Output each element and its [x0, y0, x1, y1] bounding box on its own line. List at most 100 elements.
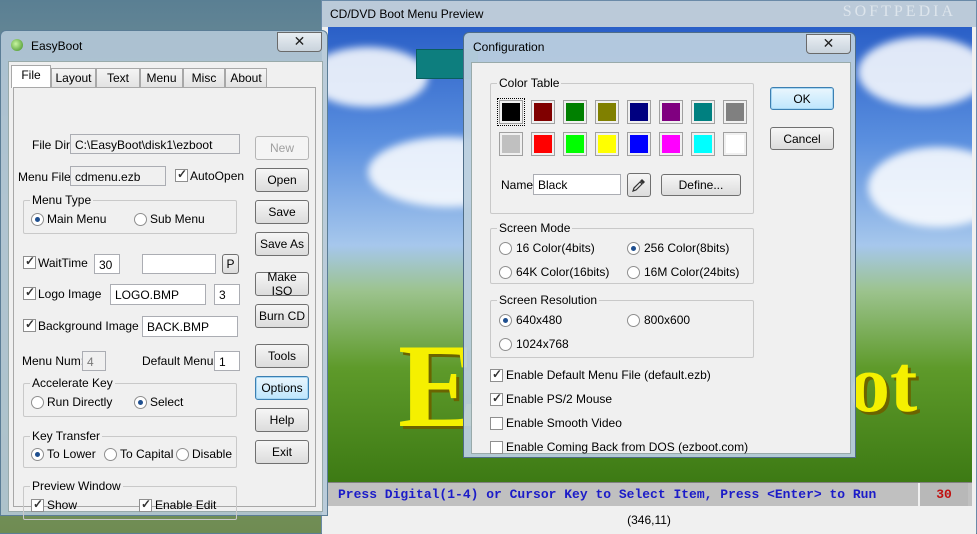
- new-button[interactable]: New: [255, 136, 309, 160]
- ok-button[interactable]: OK: [770, 87, 834, 110]
- color-swatch[interactable]: [723, 100, 747, 124]
- color-swatch[interactable]: [627, 100, 651, 124]
- to-capital-radio[interactable]: [104, 448, 117, 461]
- 1024x768-label: 1024x768: [516, 337, 569, 351]
- color-swatch[interactable]: [497, 98, 525, 126]
- smooth-video-checkbox[interactable]: [490, 417, 503, 430]
- 16m-color-radio[interactable]: [627, 266, 640, 279]
- tools-button[interactable]: Tools: [255, 344, 309, 368]
- tab-file[interactable]: File: [11, 65, 51, 88]
- easyboot-title: EasyBoot: [31, 39, 83, 53]
- easyboot-titlebar[interactable]: EasyBoot ✕: [1, 31, 327, 59]
- run-directly-radio[interactable]: [31, 396, 44, 409]
- 640x480-radio[interactable]: [499, 314, 512, 327]
- color-swatch[interactable]: [595, 132, 619, 156]
- show-checkbox[interactable]: [31, 497, 44, 512]
- 1024x768-radio[interactable]: [499, 338, 512, 351]
- burn-cd-button[interactable]: Burn CD: [255, 304, 309, 328]
- p-button[interactable]: P: [222, 254, 239, 274]
- color-name-label: Name:: [501, 178, 537, 192]
- disable-radio[interactable]: [176, 448, 189, 461]
- configuration-close-button[interactable]: ✕: [806, 34, 851, 54]
- color-swatch[interactable]: [531, 100, 555, 124]
- tab-text[interactable]: Text: [96, 68, 140, 87]
- color-swatch-fill: [630, 135, 648, 153]
- background-image-field[interactable]: BACK.BMP: [142, 316, 238, 337]
- color-swatch[interactable]: [499, 132, 523, 156]
- color-name-field[interactable]: Black: [533, 174, 621, 195]
- color-swatch[interactable]: [595, 100, 619, 124]
- color-swatch[interactable]: [659, 100, 683, 124]
- waittime-checkbox[interactable]: [23, 254, 36, 269]
- cancel-button[interactable]: Cancel: [770, 127, 834, 150]
- easyboot-body: File Layout Text Menu Misc About File Di…: [8, 61, 323, 520]
- color-swatch-fill: [534, 103, 552, 121]
- tab-about[interactable]: About: [225, 68, 267, 87]
- to-capital-label: To Capital: [120, 447, 174, 461]
- color-swatch-fill: [694, 135, 712, 153]
- preview-titlebar[interactable]: CD/DVD Boot Menu Preview SOFTPEDIA: [322, 1, 976, 27]
- 256-color-radio[interactable]: [627, 242, 640, 255]
- to-lower-label: To Lower: [47, 447, 96, 461]
- menu-file-label: Menu File:: [18, 170, 75, 184]
- color-swatch[interactable]: [691, 100, 715, 124]
- accelerate-key-group: Accelerate Key Run Directly Select: [23, 376, 237, 417]
- make-iso-button[interactable]: Make ISO: [255, 270, 309, 298]
- define-button[interactable]: Define...: [661, 174, 741, 196]
- tab-misc[interactable]: Misc: [183, 68, 225, 87]
- enable-edit-checkbox[interactable]: [139, 497, 152, 512]
- 16-color-radio[interactable]: [499, 242, 512, 255]
- menu-num-label: Menu Num:: [22, 354, 85, 368]
- disable-label: Disable: [192, 447, 233, 461]
- color-swatch[interactable]: [563, 132, 587, 156]
- file-tab-panel: File Dir: C:\EasyBoot\disk1\ezboot Menu …: [13, 87, 316, 520]
- waittime-extra-field[interactable]: [142, 254, 216, 274]
- file-dir-field[interactable]: C:\EasyBoot\disk1\ezboot: [70, 134, 240, 154]
- logo-image-field[interactable]: LOGO.BMP: [110, 284, 206, 305]
- 800x600-radio[interactable]: [627, 314, 640, 327]
- sub-menu-radio[interactable]: [134, 213, 147, 226]
- color-swatch[interactable]: [563, 100, 587, 124]
- menu-num-field[interactable]: 4: [82, 351, 106, 371]
- main-menu-radio[interactable]: [31, 213, 44, 226]
- open-button[interactable]: Open: [255, 168, 309, 192]
- cloud: [328, 47, 428, 107]
- save-button[interactable]: Save: [255, 200, 309, 224]
- eyedropper-icon: [632, 179, 645, 192]
- select-radio[interactable]: [134, 396, 147, 409]
- run-message-bar: Press Digital(1-4) or Cursor Key to Sele…: [328, 482, 972, 507]
- color-swatch-fill: [694, 103, 712, 121]
- exit-button[interactable]: Exit: [255, 440, 309, 464]
- color-swatch[interactable]: [627, 132, 651, 156]
- easyboot-close-button[interactable]: ✕: [277, 32, 322, 52]
- cloud: [858, 37, 972, 107]
- help-button[interactable]: Help: [255, 408, 309, 432]
- coming-back-checkbox[interactable]: [490, 441, 503, 454]
- menu-file-field[interactable]: cdmenu.ezb: [70, 166, 166, 186]
- color-swatch-fill: [566, 135, 584, 153]
- color-swatch-fill: [662, 135, 680, 153]
- options-button[interactable]: Options: [255, 376, 309, 400]
- tab-menu[interactable]: Menu: [140, 68, 183, 87]
- default-menu-field[interactable]: 1: [214, 351, 240, 371]
- color-swatch[interactable]: [531, 132, 555, 156]
- logo-image-checkbox[interactable]: [23, 285, 36, 300]
- default-menu-file-checkbox[interactable]: [490, 367, 503, 382]
- ps2-mouse-checkbox[interactable]: [490, 391, 503, 406]
- run-directly-label: Run Directly: [47, 395, 113, 409]
- waittime-field[interactable]: 30: [94, 254, 120, 274]
- color-swatch-fill: [726, 135, 744, 153]
- logo-number-field[interactable]: 3: [214, 284, 240, 305]
- menu-type-group: Menu Type Main Menu Sub Menu: [23, 193, 237, 234]
- save-as-button[interactable]: Save As: [255, 232, 309, 256]
- color-swatch[interactable]: [659, 132, 683, 156]
- autoopen-checkbox[interactable]: [175, 167, 188, 182]
- background-image-checkbox[interactable]: [23, 317, 36, 332]
- to-lower-radio[interactable]: [31, 448, 44, 461]
- eyedropper-button[interactable]: [627, 173, 651, 197]
- color-swatch[interactable]: [723, 132, 747, 156]
- tab-layout[interactable]: Layout: [51, 68, 96, 87]
- color-swatch[interactable]: [691, 132, 715, 156]
- 64k-color-radio[interactable]: [499, 266, 512, 279]
- watermark: SOFTPEDIA: [842, 3, 956, 20]
